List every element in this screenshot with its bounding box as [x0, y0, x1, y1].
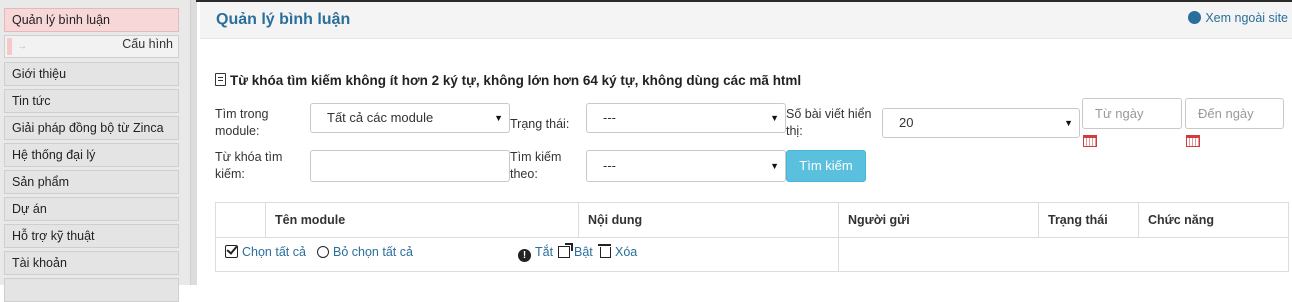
comments-table: Tên module Nội dung Người gửi Trạng thái… — [215, 202, 1289, 272]
turn-on-action[interactable]: Bật — [558, 243, 593, 261]
view-site-label: Xem ngoài site — [1205, 11, 1288, 25]
view-site-link[interactable]: Xem ngoài site — [1188, 11, 1288, 25]
sidebar-scrollbar[interactable] — [190, 0, 197, 285]
caret-down-icon: ▼ — [494, 113, 503, 123]
search-notice-text: Từ khóa tìm kiếm không ít hơn 2 ký tự, k… — [230, 73, 802, 88]
deselect-all-action[interactable]: Bỏ chọn tất cả — [317, 243, 413, 261]
caret-down-icon: ▼ — [770, 113, 779, 123]
module-label-line1: Tìm trong — [215, 107, 269, 121]
column-header-functions: Chức năng — [1138, 203, 1288, 237]
arrow-right-icon: → — [17, 41, 27, 52]
caret-down-icon: ▼ — [770, 161, 779, 171]
sidebar-item-support[interactable]: Hỗ trợ kỹ thuật — [4, 224, 179, 248]
searchby-select[interactable]: --- ▼ — [586, 150, 786, 182]
sidebar-item-comments[interactable]: Quản lý bình luận — [4, 8, 179, 32]
sidebar: Quản lý bình luận → Cấu hình Giới thiệu … — [0, 0, 197, 302]
module-label: Tìm trong module: — [215, 106, 269, 140]
turn-on-label: Bật — [574, 245, 593, 259]
delete-label: Xóa — [615, 245, 638, 259]
module-select[interactable]: Tất cả các module ▼ — [310, 103, 510, 133]
deselect-all-label: Bỏ chọn tất cả — [333, 245, 413, 259]
perpage-select[interactable]: 20 ▼ — [882, 108, 1080, 138]
trash-icon — [598, 244, 611, 258]
turn-off-action[interactable]: ! Tắt — [518, 243, 553, 262]
searchby-label-line2: theo: — [510, 167, 538, 181]
select-all-label: Chọn tất cả — [242, 245, 306, 259]
keyword-input[interactable] — [310, 150, 510, 182]
perpage-label: Số bài viết hiển thị: — [786, 106, 871, 140]
sidebar-item-products[interactable]: Sản phẩm — [4, 170, 179, 194]
sidebar-item-more[interactable] — [4, 278, 179, 302]
perpage-select-value: 20 — [899, 115, 914, 130]
sidebar-item-news[interactable]: Tin tức — [4, 89, 179, 113]
checkbox-checked-icon — [225, 245, 238, 258]
select-all-action[interactable]: Chọn tất cả — [225, 243, 306, 261]
table-divider — [265, 203, 266, 237]
circle-icon — [317, 246, 329, 258]
module-label-line2: module: — [215, 124, 260, 138]
keyword-label: Từ khóa tìm kiếm: — [215, 149, 282, 183]
column-header-status: Trạng thái — [1038, 203, 1138, 237]
turn-off-label: Tắt — [535, 245, 554, 259]
calendar-icon[interactable] — [1083, 135, 1097, 147]
perpage-label-line2: thị: — [786, 124, 803, 138]
calendar-icon[interactable] — [1186, 135, 1200, 147]
to-date-input[interactable]: Đến ngày — [1185, 98, 1284, 129]
external-link-icon — [558, 243, 573, 258]
sidebar-item-zinca[interactable]: Giải pháp đồng bộ từ Zinca — [4, 116, 179, 140]
keyword-label-line2: kiếm: — [215, 167, 245, 181]
search-button[interactable]: Tìm kiếm — [786, 150, 866, 182]
page-title: Quản lý bình luận — [216, 11, 351, 28]
sidebar-item-agents[interactable]: Hệ thống đại lý — [4, 143, 179, 167]
globe-icon — [1188, 11, 1202, 24]
sidebar-subitem-label: Cấu hình — [122, 37, 173, 51]
perpage-label-line1: Số bài viết hiển — [786, 107, 872, 121]
delete-action[interactable]: Xóa — [598, 243, 638, 261]
column-header-module: Tên module — [265, 203, 585, 237]
column-header-content: Nội dung — [578, 203, 838, 237]
from-date-placeholder: Từ ngày — [1095, 106, 1144, 121]
sidebar-item-account[interactable]: Tài khoản — [4, 251, 179, 275]
table-divider — [838, 237, 839, 271]
sub-item-marker — [7, 38, 12, 55]
caret-down-icon: ▼ — [1064, 118, 1073, 128]
searchby-select-value: --- — [603, 158, 616, 173]
page-header: Quản lý bình luận Xem ngoài site — [200, 2, 1292, 39]
status-select-value: --- — [603, 110, 616, 125]
searchby-label: Tìm kiếm theo: — [510, 149, 561, 183]
sidebar-item-about[interactable]: Giới thiệu — [4, 62, 179, 86]
to-date-placeholder: Đến ngày — [1198, 106, 1254, 121]
column-header-sender: Người gửi — [838, 203, 1038, 237]
exclamation-circle-icon: ! — [518, 249, 531, 262]
from-date-input[interactable]: Từ ngày — [1082, 98, 1182, 129]
keyword-label-line1: Từ khóa tìm — [215, 150, 283, 164]
sidebar-subitem-config[interactable]: → Cấu hình — [4, 35, 179, 58]
table-header-divider — [216, 237, 1288, 238]
status-select[interactable]: --- ▼ — [586, 103, 786, 133]
sidebar-item-projects[interactable]: Dự án — [4, 197, 179, 221]
search-notice: Từ khóa tìm kiếm không ít hơn 2 ký tự, k… — [215, 73, 801, 88]
module-select-value: Tất cả các module — [327, 110, 434, 125]
status-label: Trạng thái: — [510, 117, 570, 131]
document-icon — [215, 73, 226, 86]
searchby-label-line1: Tìm kiếm — [510, 150, 562, 164]
